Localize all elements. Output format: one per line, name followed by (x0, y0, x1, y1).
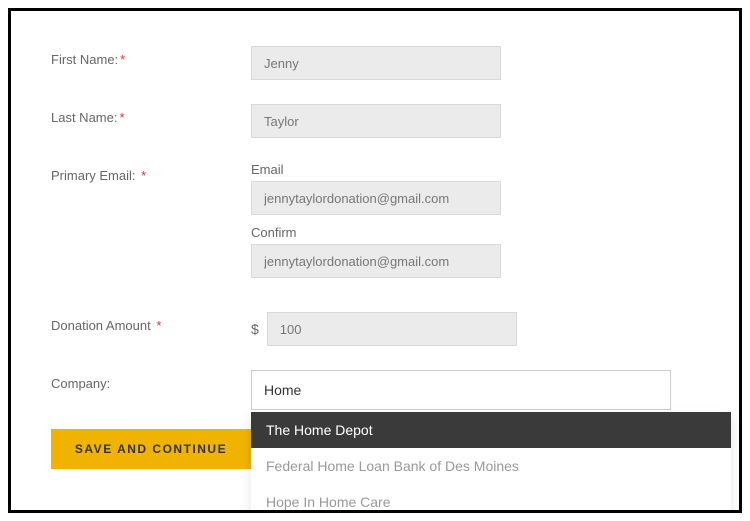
company-label: Company: (51, 370, 251, 391)
donation-amount-input[interactable] (267, 312, 517, 346)
row-company: Company: The Home Depot Federal Home Loa… (51, 370, 709, 410)
currency-symbol: $ (251, 321, 259, 337)
email-sublabel: Email (251, 162, 709, 177)
save-and-continue-button[interactable]: SAVE AND CONTINUE (51, 429, 251, 469)
primary-email-label: Primary Email: * (51, 162, 251, 183)
row-first-name: First Name:* (51, 46, 709, 80)
required-asterisk: * (156, 318, 161, 333)
first-name-input[interactable] (251, 46, 501, 80)
form-container: First Name:* Last Name:* Primary Email: … (8, 8, 742, 513)
dropdown-option[interactable]: Hope In Home Care (251, 484, 731, 513)
confirm-sublabel: Confirm (251, 225, 709, 240)
dropdown-option[interactable]: Federal Home Loan Bank of Des Moines (251, 448, 731, 484)
required-asterisk: * (119, 110, 124, 125)
donation-amount-label: Donation Amount * (51, 312, 251, 333)
email-input[interactable] (251, 181, 501, 215)
row-last-name: Last Name:* (51, 104, 709, 138)
row-primary-email: Primary Email: * Email Confirm (51, 162, 709, 288)
confirm-email-input[interactable] (251, 244, 501, 278)
company-input[interactable] (251, 370, 671, 410)
required-asterisk: * (141, 168, 146, 183)
row-donation-amount: Donation Amount * $ (51, 312, 709, 346)
first-name-label: First Name:* (51, 46, 251, 67)
company-autocomplete-dropdown: The Home Depot Federal Home Loan Bank of… (251, 412, 731, 513)
required-asterisk: * (120, 52, 125, 67)
last-name-label: Last Name:* (51, 104, 251, 125)
dropdown-option[interactable]: The Home Depot (251, 412, 731, 448)
last-name-input[interactable] (251, 104, 501, 138)
